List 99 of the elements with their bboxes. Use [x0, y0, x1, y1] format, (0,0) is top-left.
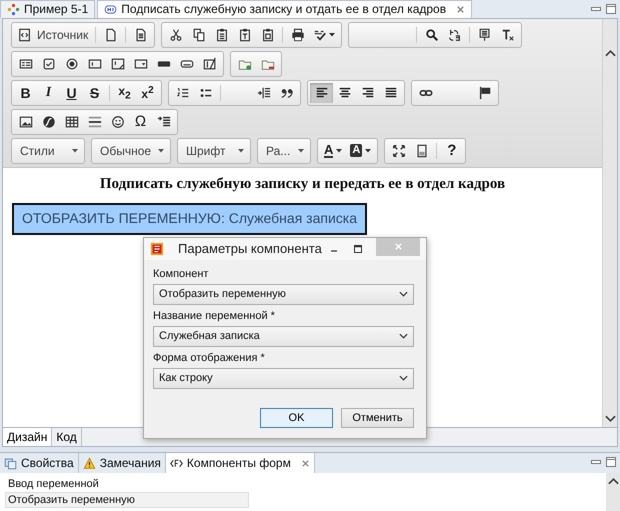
hidden-field-icon — [202, 56, 216, 71]
colored-dots-icon — [7, 2, 20, 16]
style-dropdown[interactable]: Ра... — [260, 140, 308, 161]
form-brackets-icon — [170, 456, 183, 470]
copy-icon — [192, 28, 206, 42]
text-field-icon — [88, 56, 102, 71]
editor-tab[interactable]: Пример 5-1 — [0, 0, 96, 18]
smiley-icon — [110, 114, 124, 129]
chevron-icon — [399, 333, 408, 340]
style-dropdown[interactable]: Шрифт — [180, 140, 248, 161]
align-button[interactable] — [310, 82, 333, 103]
search-icon — [424, 28, 439, 42]
clipboard-icon — [238, 28, 252, 42]
format-button[interactable]: U — [60, 82, 83, 103]
close-icon — [394, 242, 402, 252]
close-icon[interactable] — [456, 4, 466, 14]
script-button[interactable]: x$^{2}$ — [136, 82, 159, 103]
scrollbar[interactable] — [606, 473, 620, 511]
table-icon — [64, 114, 78, 129]
tab-label: Замечания — [100, 456, 161, 470]
flash-icon — [42, 114, 56, 129]
style-dropdown[interactable]: Стили — [14, 140, 82, 161]
panel-tab[interactable]: Компоненты форм — [166, 453, 315, 474]
style-dropdown[interactable]: Обычное — [94, 140, 168, 161]
dialog-button[interactable]: Отменить — [341, 408, 414, 428]
tab-label: Пример 5-1 — [24, 2, 88, 16]
page-icon — [104, 28, 118, 42]
chevron-icon — [399, 291, 408, 298]
checkbox-icon — [42, 56, 56, 71]
page-break-icon — [156, 114, 170, 129]
printer-icon — [290, 28, 305, 42]
scissors-icon — [168, 28, 183, 42]
scroll-down-icon[interactable] — [604, 415, 616, 424]
select-field[interactable]: Как строку — [153, 368, 414, 389]
flag-icon — [478, 86, 492, 100]
blocks-icon — [414, 144, 429, 158]
align-right-icon — [360, 86, 374, 100]
tab-label: Свойства — [21, 456, 74, 470]
caret-icon — [365, 148, 372, 153]
clipboard-icon — [260, 28, 275, 42]
align-left-icon — [314, 86, 328, 100]
field-label: Название переменной * — [153, 310, 276, 322]
clipboard-icon — [214, 28, 229, 42]
caret-icon — [158, 148, 164, 153]
help-button[interactable]: ? — [440, 140, 464, 161]
chevron-icon — [399, 375, 408, 382]
warning-icon — [82, 456, 96, 470]
color-button[interactable]: A — [346, 140, 376, 161]
field-label: Форма отображения * — [153, 352, 266, 364]
select-all-icon — [478, 28, 492, 42]
document-icon — [134, 28, 148, 42]
select-field[interactable]: Служебная записка — [153, 326, 414, 347]
horizontal-rule-icon — [88, 114, 102, 129]
caret-icon — [298, 148, 304, 153]
script-button[interactable]: x$_{2}$ — [113, 82, 136, 103]
caret-icon — [336, 148, 342, 153]
source-button[interactable]: Источник — [14, 24, 92, 45]
caret-icon — [72, 148, 78, 153]
scrollbar[interactable] — [602, 18, 617, 428]
caret-icon — [329, 32, 336, 37]
app-icon — [150, 242, 164, 256]
document-heading: Подписать служебную записку и передать ее в отдел кадров — [98, 176, 506, 193]
view-tab[interactable]: Код — [52, 428, 82, 446]
indent-icon — [256, 86, 270, 100]
target-icon — [64, 56, 78, 71]
scroll-up-icon[interactable] — [608, 477, 618, 486]
dialog-title: Параметры компонента — [178, 241, 323, 256]
tab-label: Компоненты форм — [186, 456, 291, 470]
numbered-list-icon — [176, 86, 190, 100]
properties-icon — [4, 456, 17, 470]
form-file-icon — [104, 2, 118, 16]
form-icon — [18, 56, 32, 71]
tab-label: Подписать служебную записку и отдать ее в отдел кадров — [121, 2, 446, 16]
editor-tab[interactable]: Подписать служебную записку и отдать ее в отдел кадров — [97, 0, 472, 18]
color-button[interactable]: A — [320, 140, 346, 161]
align-justify-icon — [384, 86, 398, 100]
field-label: Компонент — [153, 268, 210, 280]
scroll-up-icon[interactable] — [604, 48, 616, 57]
maximize-icon — [392, 144, 406, 158]
variable-block[interactable]: ОТОБРАЗИТЬ ПЕРЕМЕННУЮ: Служебная записка — [12, 202, 367, 235]
component-item[interactable]: Ввод переменной — [5, 476, 249, 492]
dropdown-icon — [134, 56, 148, 71]
special-char-button[interactable]: Ω — [129, 112, 152, 132]
component-item[interactable]: Отобразить переменную — [5, 492, 249, 508]
format-button[interactable]: I — [37, 82, 60, 103]
caret-icon — [238, 148, 244, 153]
align-center-icon — [338, 86, 352, 100]
remove-format-icon — [500, 28, 515, 42]
image-icon — [18, 114, 32, 129]
dialog-button[interactable]: OK — [260, 408, 333, 428]
maximize-icon[interactable] — [352, 242, 364, 255]
source-code-icon — [18, 28, 32, 42]
format-button[interactable]: B — [14, 82, 37, 103]
textarea-icon — [110, 56, 124, 71]
select-field[interactable]: Отобразить переменную — [153, 284, 414, 305]
view-tab[interactable]: Дизайн — [3, 428, 52, 446]
close-icon[interactable] — [300, 458, 310, 468]
replace-icon — [448, 28, 462, 42]
format-button[interactable]: S — [83, 82, 106, 103]
